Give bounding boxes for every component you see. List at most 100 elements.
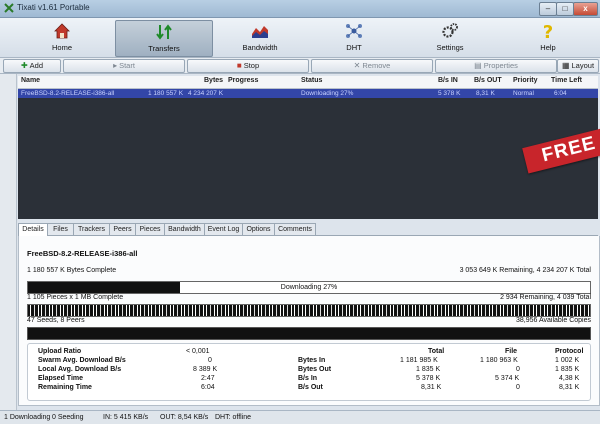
tab-trackers[interactable]: Trackers — [73, 223, 110, 235]
stat-protocol-bytes-out: 1 835 K — [555, 366, 580, 373]
svg-text:?: ? — [543, 22, 553, 40]
stat-label-bps-in: B/s In — [298, 375, 318, 382]
start-label: Start — [119, 61, 135, 70]
close-button[interactable]: x — [573, 2, 598, 16]
status-in-rate: IN: 5 415 KB/s — [103, 414, 149, 421]
layout-button[interactable]: ▦ Layout — [557, 59, 599, 73]
tab-peers[interactable]: Peers — [109, 223, 136, 235]
column-priority[interactable]: Priority — [513, 77, 538, 84]
toolbar-dht-button[interactable]: DHT — [306, 20, 402, 55]
details-panel: FreeBSD-8.2-RELEASE-i386-all 1 180 557 K… — [18, 236, 600, 406]
column-bps-out[interactable]: B/s OUT — [474, 77, 502, 84]
stat-total-bytes-in: 1 181 985 K — [400, 357, 438, 364]
left-panel-strip — [0, 74, 17, 410]
tab-pieces[interactable]: Pieces — [135, 223, 165, 235]
stat-total-bps-in: 5 378 K — [416, 375, 441, 382]
tab-details[interactable]: Details — [18, 223, 48, 236]
title-bar: Tixati v1.61 Portable – □ x — [0, 0, 600, 18]
stat-label-upload-ratio: Upload Ratio — [38, 348, 82, 355]
toolbar-help-button[interactable]: ? Help — [500, 20, 596, 55]
column-status[interactable]: Status — [301, 77, 322, 84]
stat-label-bytes-in: Bytes In — [298, 357, 326, 364]
stat-value-upload-ratio: < 0,001 — [186, 348, 210, 355]
tab-options[interactable]: Options — [242, 223, 275, 235]
stat-file-bytes-out: 0 — [516, 366, 520, 373]
stat-value-local-avg: 8 389 K — [193, 366, 218, 373]
stat-value-elapsed: 2:47 — [201, 375, 215, 382]
stat-total-bytes-out: 1 835 K — [416, 366, 441, 373]
toolbar-transfers-label: Transfers — [148, 44, 180, 53]
transfer-bps-in: 5 378 K — [438, 90, 461, 97]
transfer-progress: 4 234 207 K — [188, 90, 224, 97]
seeds-peers-count: 47 Seeds, 8 Peers — [27, 317, 85, 324]
stop-button[interactable]: ■ Stop — [187, 59, 309, 73]
status-dht: DHT: offline — [215, 414, 252, 421]
status-bar: 1 Downloading 0 Seeding IN: 5 415 KB/s O… — [0, 410, 600, 424]
download-progress-label: Downloading 27% — [280, 284, 338, 291]
layout-icon: ▦ — [561, 61, 570, 70]
transfer-bps-out: 8,31 K — [476, 90, 495, 97]
tab-bandwidth[interactable]: Bandwidth — [164, 223, 205, 235]
start-icon: ▸ — [113, 61, 118, 70]
transfers-icon — [156, 24, 172, 40]
toolbar-bandwidth-button[interactable]: Bandwidth — [212, 20, 308, 55]
transfer-name: FreeBSD-8.2-RELEASE-i386-all — [21, 90, 115, 97]
status-downloading: 1 Downloading — [4, 414, 51, 421]
column-bps-in[interactable]: B/s IN — [438, 77, 458, 84]
main-toolbar: Home Transfers Bandwidth DHT Settings ? … — [0, 18, 600, 58]
tab-files[interactable]: Files — [47, 223, 74, 235]
remove-button[interactable]: ✕ Remove — [311, 59, 433, 73]
app-window: Tixati v1.61 Portable – □ x Home Transfe… — [0, 0, 600, 424]
transfer-row[interactable]: FreeBSD-8.2-RELEASE-i386-all 1 180 557 K… — [18, 89, 598, 98]
toolbar-settings-label: Settings — [436, 43, 464, 52]
stat-protocol-bps-out: 8,31 K — [559, 384, 580, 391]
properties-icon: ▤ — [474, 61, 482, 70]
stat-value-swarm-avg: 0 — [208, 357, 212, 364]
stat-label-bps-out: B/s Out — [298, 384, 323, 391]
column-time-left[interactable]: Time Left — [551, 77, 582, 84]
window-title: Tixati v1.61 Portable — [17, 3, 90, 12]
minimize-button[interactable]: – — [539, 2, 557, 16]
layout-label: Layout — [571, 61, 595, 70]
help-icon: ? — [543, 22, 553, 40]
column-name[interactable]: Name — [21, 77, 40, 84]
settings-icon — [442, 23, 458, 38]
properties-button[interactable]: ▤ Properties — [435, 59, 557, 73]
transfer-time-left: 6:04 — [554, 90, 567, 97]
tab-comments[interactable]: Comments — [274, 223, 316, 235]
column-bytes[interactable]: Bytes — [204, 77, 223, 84]
stop-icon: ■ — [236, 61, 242, 70]
tixati-logo-icon — [4, 3, 14, 13]
home-icon — [54, 23, 70, 39]
transfers-table-header: Name Bytes Progress Status B/s IN B/s OU… — [18, 76, 598, 89]
stats-header-total: Total — [428, 348, 445, 355]
stats-header-file: File — [505, 348, 518, 355]
status-seeding: 0 Seeding — [52, 414, 84, 421]
toolbar-dht-label: DHT — [346, 43, 362, 52]
bytes-complete: 1 180 557 K Bytes Complete — [27, 267, 117, 274]
available-copies: 38,956 Available Copies — [516, 317, 591, 324]
detail-tabs: Details Files Trackers Peers Pieces Band… — [18, 223, 598, 236]
stat-protocol-bytes-in: 1 002 K — [555, 357, 580, 364]
torrent-name: FreeBSD-8.2-RELEASE-i386-all — [27, 249, 138, 258]
stat-total-bps-out: 8,31 K — [421, 384, 442, 391]
transfers-list: FreeBSD-8.2-RELEASE-i386-all 1 180 557 K… — [18, 89, 600, 219]
toolbar-settings-button[interactable]: Settings — [402, 20, 498, 55]
properties-label: Properties — [483, 61, 518, 70]
toolbar-home-label: Home — [51, 43, 72, 52]
add-icon: ✚ — [20, 61, 28, 70]
toolbar-transfers-button[interactable]: Transfers — [115, 20, 213, 57]
add-label: Add — [29, 61, 44, 70]
toolbar-help-label: Help — [540, 43, 556, 52]
tab-event-log[interactable]: Event Log — [204, 223, 243, 235]
stat-file-bps-out: 0 — [516, 384, 520, 391]
add-button[interactable]: ✚ Add — [3, 59, 61, 73]
status-out-rate: OUT: 8,54 KB/s — [160, 414, 209, 421]
column-progress[interactable]: Progress — [228, 77, 258, 84]
stat-label-swarm-avg: Swarm Avg. Download B/s — [38, 357, 126, 364]
bytes-remaining: 3 053 649 K Remaining, 4 234 207 K Total — [459, 267, 591, 274]
toolbar-home-button[interactable]: Home — [14, 20, 110, 55]
start-button[interactable]: ▸ Start — [63, 59, 185, 73]
maximize-button[interactable]: □ — [556, 2, 574, 16]
transfer-status: Downloading 27% — [301, 90, 354, 97]
